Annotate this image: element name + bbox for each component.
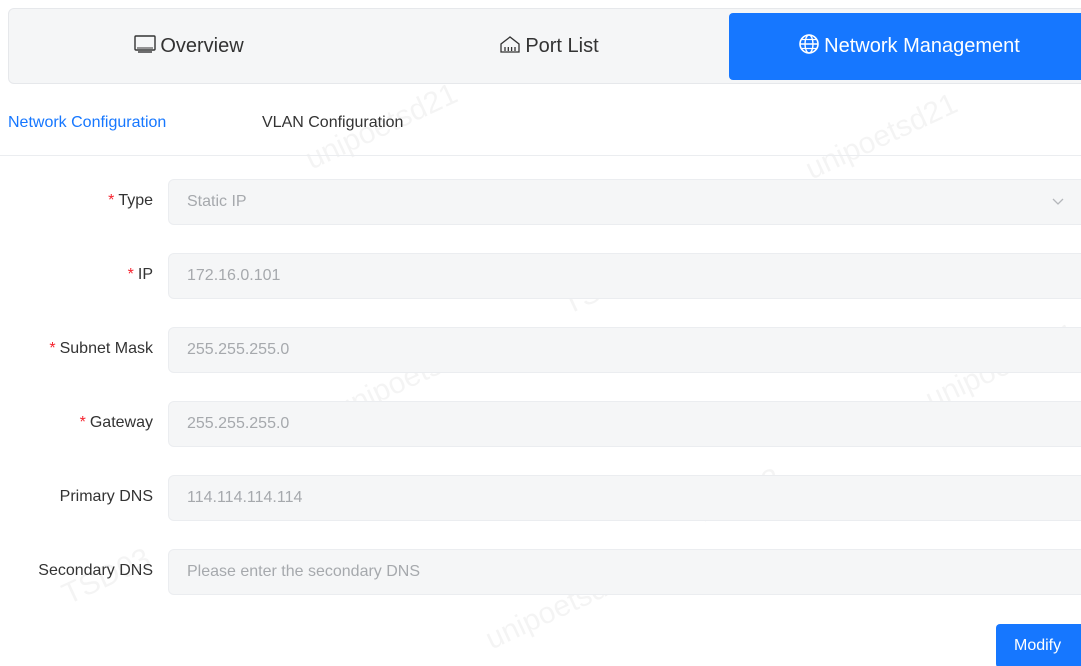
- ip-field[interactable]: 172.16.0.101: [168, 253, 1081, 299]
- type-label: * Type: [108, 192, 153, 209]
- form-row-secondary-dns: Secondary DNS Please enter the secondary…: [0, 549, 1081, 595]
- globe-icon: [798, 33, 824, 61]
- primary-dns-label: Primary DNS: [59, 488, 153, 505]
- gateway-field[interactable]: 255.255.255.0: [168, 401, 1081, 447]
- ip-label: * IP: [127, 266, 153, 283]
- gateway-label: * Gateway: [79, 414, 153, 431]
- tab-port-list-label: Port List: [525, 35, 599, 57]
- required-marker: *: [108, 192, 115, 209]
- secondary-dns-field[interactable]: Please enter the secondary DNS: [168, 549, 1081, 595]
- monitor-icon: [134, 34, 160, 59]
- tab-network-management[interactable]: Network Management: [729, 13, 1081, 80]
- form-row-gateway: * Gateway 255.255.255.0: [0, 401, 1081, 447]
- subnet-mask-field[interactable]: 255.255.255.0: [168, 327, 1081, 373]
- tab-overview[interactable]: Overview: [9, 13, 369, 80]
- tab-network-management-label: Network Management: [824, 35, 1020, 57]
- form-row-type: * Type Static IP: [0, 179, 1081, 225]
- subtab-bar: Network Configuration VLAN Configuration: [0, 100, 1081, 156]
- subtab-network-configuration[interactable]: Network Configuration: [8, 114, 166, 132]
- tab-overview-label: Overview: [160, 35, 244, 57]
- required-marker: *: [127, 266, 134, 283]
- main-tab-bar: Overview Port List Network Management: [8, 8, 1081, 84]
- primary-dns-field[interactable]: 114.114.114.114: [168, 475, 1081, 521]
- type-select[interactable]: Static IP: [168, 179, 1081, 225]
- chevron-down-icon: [1051, 194, 1065, 213]
- subtab-vlan-configuration[interactable]: VLAN Configuration: [262, 114, 403, 132]
- subnet-mask-label: * Subnet Mask: [49, 340, 153, 357]
- required-marker: *: [79, 414, 86, 431]
- form-row-primary-dns: Primary DNS 114.114.114.114: [0, 475, 1081, 521]
- modify-button[interactable]: Modify: [996, 624, 1081, 666]
- secondary-dns-label: Secondary DNS: [38, 562, 153, 579]
- tab-port-list[interactable]: Port List: [369, 13, 729, 80]
- type-select-value: Static IP: [187, 193, 247, 210]
- form-row-ip: * IP 172.16.0.101: [0, 253, 1081, 299]
- required-marker: *: [49, 340, 56, 357]
- form-row-subnet-mask: * Subnet Mask 255.255.255.0: [0, 327, 1081, 373]
- switch-ports-icon: [499, 35, 525, 59]
